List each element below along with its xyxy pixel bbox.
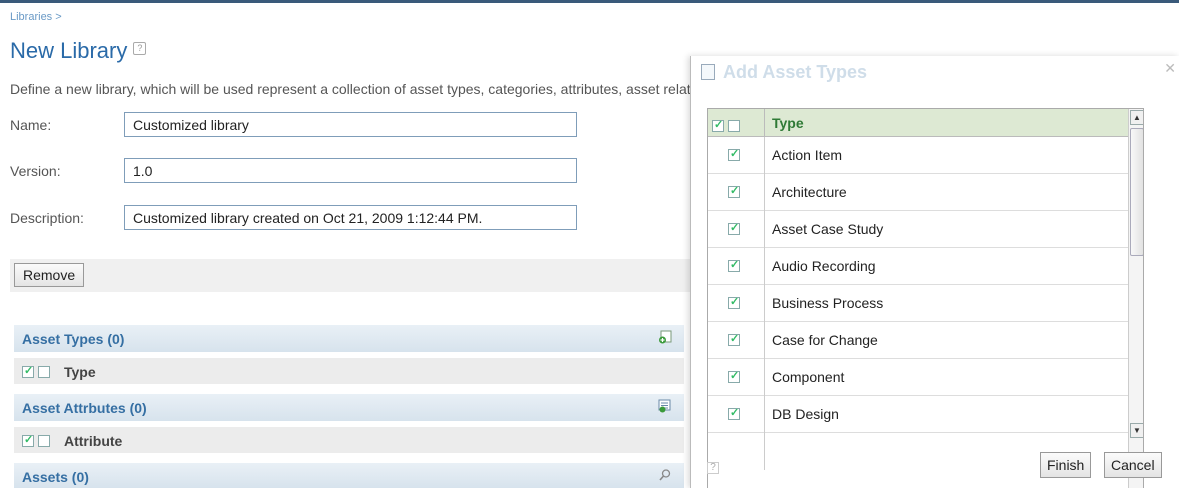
- row-checkbox[interactable]: [728, 221, 740, 235]
- row-checkbox[interactable]: [728, 258, 740, 272]
- page-title: New Library?: [10, 38, 147, 64]
- description-input[interactable]: [124, 205, 577, 230]
- scroll-down-icon[interactable]: ▼: [1130, 423, 1143, 438]
- name-label: Name:: [10, 117, 52, 133]
- select-all-checkbox[interactable]: [22, 433, 34, 448]
- table-row[interactable]: Architecture: [708, 174, 1128, 211]
- row-label: Action Item: [772, 147, 843, 163]
- asset-attributes-column-header: Attribute: [14, 427, 684, 453]
- row-checkbox[interactable]: [728, 147, 740, 161]
- add-attribute-icon[interactable]: [658, 399, 672, 413]
- grid-select-cell: [708, 109, 765, 137]
- row-checkbox[interactable]: [728, 295, 740, 309]
- type-column-label: Type: [64, 364, 96, 381]
- row-label: Component: [772, 369, 845, 385]
- table-row[interactable]: Component: [708, 359, 1128, 396]
- name-input[interactable]: [124, 112, 577, 137]
- select-all-checkbox[interactable]: [22, 364, 34, 379]
- row-label: Case for Change: [772, 332, 878, 348]
- close-icon[interactable]: ✕: [1164, 60, 1176, 77]
- add-type-icon[interactable]: [658, 330, 672, 344]
- row-checkbox-cell: [708, 174, 765, 211]
- row-checkbox-cell: [708, 137, 765, 174]
- help-icon[interactable]: ?: [133, 42, 147, 55]
- assets-title: Assets (0): [22, 469, 89, 485]
- asset-attributes-title: Asset Attrbutes (0): [22, 400, 147, 416]
- asset-types-column-header: Type: [14, 358, 684, 384]
- grid-scrollbar[interactable]: ▲ ▼: [1128, 109, 1143, 488]
- toolbar: Remove: [10, 259, 690, 292]
- description-label: Description:: [10, 210, 84, 226]
- row-label: Asset Case Study: [772, 221, 884, 237]
- row-checkbox[interactable]: [728, 369, 740, 383]
- asset-types-header[interactable]: Asset Types (0): [14, 325, 684, 352]
- asset-attributes-header[interactable]: Asset Attrbutes (0): [14, 394, 684, 421]
- row-checkbox-cell: [708, 322, 765, 359]
- row-label: Business Process: [772, 295, 884, 311]
- cancel-button[interactable]: Cancel: [1104, 452, 1162, 478]
- row-checkbox-cell: [708, 211, 765, 248]
- version-input[interactable]: [124, 158, 577, 183]
- table-row[interactable]: Asset Case Study: [708, 211, 1128, 248]
- type-column-header[interactable]: Type: [772, 115, 804, 131]
- table-row[interactable]: Audio Recording: [708, 248, 1128, 285]
- table-row[interactable]: Business Process: [708, 285, 1128, 322]
- dialog-title-icon: [701, 64, 715, 80]
- assets-header[interactable]: Assets (0): [14, 463, 684, 488]
- row-checkbox-cell: [708, 248, 765, 285]
- row-label: DB Design: [772, 406, 839, 422]
- row-label: Architecture: [772, 184, 847, 200]
- table-row[interactable]: Case for Change: [708, 322, 1128, 359]
- page-title-text: New Library: [10, 38, 128, 63]
- select-none-checkbox[interactable]: [38, 435, 50, 448]
- select-none-checkbox[interactable]: [728, 119, 740, 132]
- search-icon[interactable]: [658, 468, 672, 482]
- row-checkbox-cell: [708, 396, 765, 433]
- grid-header: Type: [708, 109, 1128, 137]
- table-row[interactable]: DB Design: [708, 396, 1128, 433]
- asset-types-grid: Type Action Item Architecture Asset Case…: [707, 108, 1144, 488]
- select-all-checkbox[interactable]: [712, 118, 724, 132]
- add-asset-types-dialog: Add Asset Types ✕ Type Action Item Archi…: [690, 56, 1179, 488]
- dialog-title: Add Asset Types: [723, 62, 868, 82]
- version-label: Version:: [10, 163, 61, 179]
- select-none-checkbox[interactable]: [38, 366, 50, 379]
- row-checkbox-cell: [708, 359, 765, 396]
- remove-button[interactable]: Remove: [14, 263, 85, 287]
- table-row[interactable]: Action Item: [708, 137, 1128, 174]
- scroll-thumb[interactable]: [1130, 128, 1143, 256]
- row-checkbox[interactable]: [728, 406, 740, 420]
- row-checkbox[interactable]: [728, 184, 740, 198]
- row-checkbox[interactable]: [728, 332, 740, 346]
- dialog-titlebar[interactable]: Add Asset Types ✕: [691, 56, 1179, 90]
- asset-types-title: Asset Types (0): [22, 331, 125, 347]
- finish-button[interactable]: Finish: [1040, 452, 1092, 478]
- row-checkbox-cell: [708, 285, 765, 322]
- scroll-up-icon[interactable]: ▲: [1130, 110, 1143, 125]
- attribute-column-label: Attribute: [64, 433, 123, 450]
- top-border: [0, 0, 1179, 3]
- breadcrumb[interactable]: Libraries >: [10, 11, 62, 23]
- dialog-help-icon[interactable]: ?: [707, 462, 719, 474]
- row-label: Audio Recording: [772, 258, 876, 274]
